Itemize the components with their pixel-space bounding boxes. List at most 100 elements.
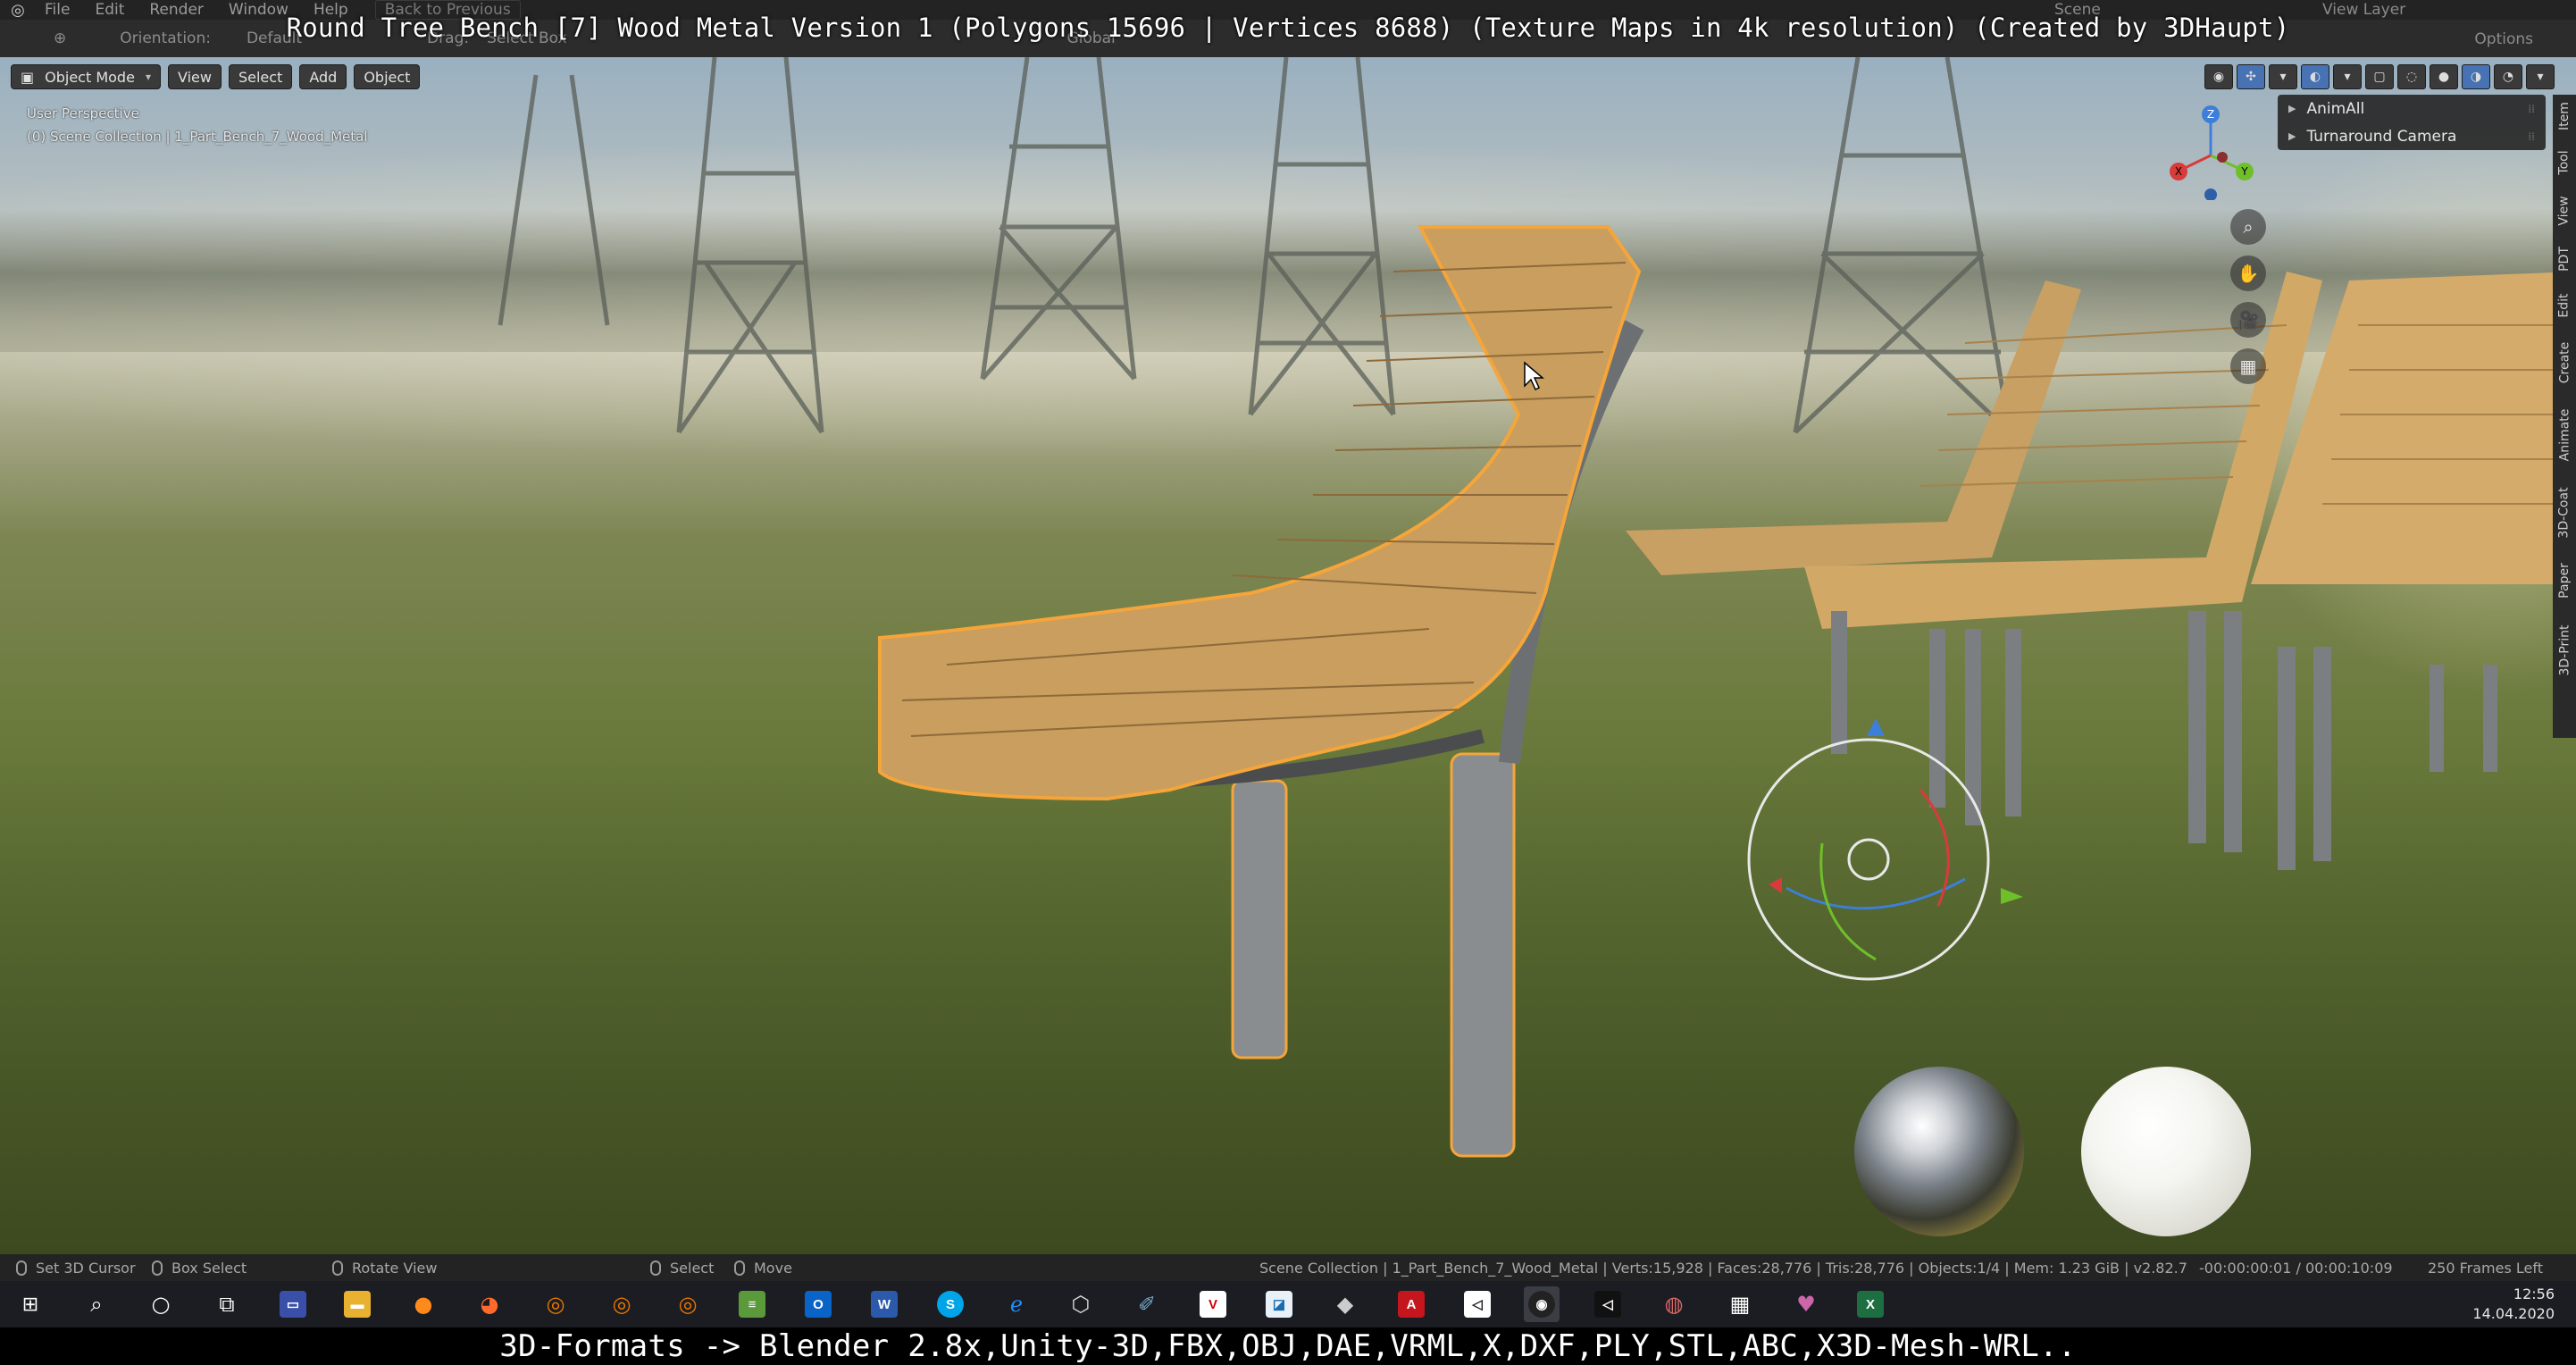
excel-icon[interactable]: X xyxy=(1853,1286,1888,1322)
photo-app-icon[interactable]: ◪ xyxy=(1261,1286,1297,1322)
rendered-shading-icon[interactable]: ◔ xyxy=(2494,64,2522,89)
vectorworks-icon[interactable]: V xyxy=(1195,1286,1231,1322)
status-set-cursor: Set 3D Cursor xyxy=(16,1254,136,1281)
panel-label: Turnaround Camera xyxy=(2306,127,2457,146)
notepad-icon[interactable]: ≡ xyxy=(734,1286,770,1322)
word-icon[interactable]: W xyxy=(866,1286,902,1322)
edge-icon[interactable]: ℯ xyxy=(999,1286,1034,1322)
tab-paper[interactable]: Paper xyxy=(2553,554,2576,607)
windows-start-icon[interactable]: ⊞ xyxy=(13,1286,48,1322)
object-mode-icon: ▣ xyxy=(21,68,35,86)
task-view-icon[interactable]: ⧉ xyxy=(209,1286,245,1322)
video-caption: 3D-Formats -> Blender 2.8x,Unity-3D,FBX,… xyxy=(0,1327,2576,1365)
sketchup-icon[interactable]: ◆ xyxy=(1327,1286,1363,1322)
scene-statistics: Scene Collection | 1_Part_Bench_7_Wood_M… xyxy=(1259,1259,2187,1277)
background-benches xyxy=(1626,272,2576,870)
menu-view[interactable]: View xyxy=(168,64,222,89)
chevron-down-icon[interactable]: ▾ xyxy=(2333,64,2362,89)
chevron-down-icon: ▾ xyxy=(145,71,151,83)
frames-left: 250 Frames Left xyxy=(2428,1259,2543,1277)
pan-hand-icon[interactable]: ✋ xyxy=(2230,255,2266,291)
tab-3d-print[interactable]: 3D-Print xyxy=(2553,613,2576,688)
expand-triangle-icon: ▶ xyxy=(2288,103,2296,114)
hdri-diffuse-sphere xyxy=(2081,1067,2251,1236)
sidebar-tabs: Item Tool View PDT Edit Create Animate 3… xyxy=(2553,95,2576,738)
status-box-select: Box Select xyxy=(152,1254,247,1281)
overlay-toggle-icon[interactable]: ◐ xyxy=(2301,64,2329,89)
status-move: Move xyxy=(734,1254,792,1281)
calculator-icon[interactable]: ▦ xyxy=(1722,1286,1758,1322)
unity-icon[interactable]: ◁ xyxy=(1459,1286,1495,1322)
tab-tool[interactable]: Tool xyxy=(2553,141,2576,184)
perspective-label: User Perspective xyxy=(27,105,139,121)
menu-add[interactable]: Add xyxy=(299,64,347,89)
blender-alt-icon[interactable]: ◎ xyxy=(604,1286,640,1322)
object-mode-label: Object Mode xyxy=(45,68,135,86)
menu-object[interactable]: Object xyxy=(354,64,421,89)
search-icon[interactable]: ⌕ xyxy=(79,1286,114,1322)
tab-animate[interactable]: Animate xyxy=(2553,398,2576,472)
clock-date: 14.04.2020 xyxy=(2472,1305,2555,1322)
panel-turnaround-camera[interactable]: ▶ Turnaround Camera ⁞⁞ xyxy=(2278,122,2546,150)
status-rotate-view: Rotate View xyxy=(332,1254,437,1281)
3d-viewer-icon[interactable]: ⬡ xyxy=(1063,1286,1099,1322)
camera-icon[interactable]: 🎥 xyxy=(2230,302,2266,338)
gizmo-toggle-icon[interactable]: ✣ xyxy=(2237,64,2265,89)
tab-pdt[interactable]: PDT xyxy=(2553,238,2576,281)
object-mode-dropdown[interactable]: ▣ Object Mode ▾ xyxy=(11,64,161,89)
tab-item[interactable]: Item xyxy=(2553,95,2576,138)
zoom-icon[interactable]: ⌕ xyxy=(2230,209,2266,245)
obs-icon[interactable]: ◉ xyxy=(1524,1286,1560,1322)
file-explorer-icon[interactable]: ▬ xyxy=(339,1286,375,1322)
video-title: Round Tree Bench [7] Wood Metal Version … xyxy=(286,13,2290,43)
navigation-gizmo[interactable]: Z Y X xyxy=(2162,102,2260,200)
menu-select[interactable]: Select xyxy=(228,64,293,89)
skype-icon[interactable]: S xyxy=(933,1286,968,1322)
hdri-chrome-sphere xyxy=(1854,1067,2024,1236)
gizmo-x-label: X xyxy=(2175,165,2182,178)
sidebar-addon-panel: ▶ AnimAll ⁞⁞ ▶ Turnaround Camera ⁞⁞ xyxy=(2278,95,2546,150)
grid-icon[interactable]: ▦ xyxy=(2230,348,2266,384)
mouse-left-icon xyxy=(16,1260,27,1276)
clock-time: 12:56 xyxy=(2513,1285,2555,1302)
solid-shading-icon[interactable]: ● xyxy=(2430,64,2458,89)
wireframe-shading-icon[interactable]: ◌ xyxy=(2397,64,2426,89)
system-clock[interactable]: 12:56 14.04.2020 xyxy=(2472,1285,2555,1324)
tab-edit[interactable]: Edit xyxy=(2553,284,2576,327)
unity-hub-icon[interactable]: ◁ xyxy=(1590,1286,1626,1322)
firefox-old-icon[interactable]: ● xyxy=(406,1286,441,1322)
save-app-icon[interactable]: ▭ xyxy=(275,1286,311,1322)
visibility-icon[interactable]: ◉ xyxy=(2204,64,2233,89)
outlook-icon[interactable]: O xyxy=(800,1286,836,1322)
firefox-icon[interactable]: ◕ xyxy=(472,1286,507,1322)
windows-taskbar: ⊞ ⌕ ○ ⧉ ▭ ▬ ● ◕ ◎ ◎ ◎ ≡ O W S ℯ ⬡ ✐ V ◪ … xyxy=(0,1281,2576,1327)
tab-view[interactable]: View xyxy=(2553,188,2576,234)
maps-icon[interactable]: ♥ xyxy=(1788,1286,1824,1322)
tab-create[interactable]: Create xyxy=(2553,331,2576,395)
blender-third-icon[interactable]: ◎ xyxy=(670,1286,706,1322)
power-pylons xyxy=(498,57,2012,434)
chevron-down-icon[interactable]: ▾ xyxy=(2526,64,2555,89)
panel-animall[interactable]: ▶ AnimAll ⁞⁞ xyxy=(2278,95,2546,122)
3d-viewport[interactable]: ▣ Object Mode ▾ View Select Add Object U… xyxy=(0,57,2576,1254)
gizmo-y-label: Y xyxy=(2240,165,2248,178)
paint-icon[interactable]: ◍ xyxy=(1656,1286,1692,1322)
mouse-right-icon xyxy=(650,1260,661,1276)
tab-3d-coat[interactable]: 3D-Coat xyxy=(2553,477,2576,549)
xray-toggle-icon[interactable]: ▢ xyxy=(2365,64,2394,89)
playback-time: -00:00:00:01 / 00:00:10:09 xyxy=(2199,1259,2393,1277)
material-shading-icon[interactable]: ◑ xyxy=(2462,64,2490,89)
mouse-drag-icon xyxy=(152,1260,163,1276)
acrobat-icon[interactable]: A xyxy=(1393,1286,1429,1322)
panel-label: AnimAll xyxy=(2306,99,2365,118)
chevron-down-icon[interactable]: ▾ xyxy=(2269,64,2297,89)
cortana-icon[interactable]: ○ xyxy=(143,1286,179,1322)
drag-grip-icon[interactable]: ⁞⁞ xyxy=(2528,130,2535,143)
sketch-tool-icon[interactable]: ✐ xyxy=(1129,1286,1165,1322)
mouse-drag-icon xyxy=(734,1260,745,1276)
drag-grip-icon[interactable]: ⁞⁞ xyxy=(2528,103,2535,115)
blender-icon[interactable]: ◎ xyxy=(538,1286,573,1322)
mouse-cursor-icon xyxy=(1524,361,1544,391)
mouse-middle-icon xyxy=(332,1260,343,1276)
navigation-buttons: ⌕ ✋ 🎥 ▦ xyxy=(2230,209,2266,384)
